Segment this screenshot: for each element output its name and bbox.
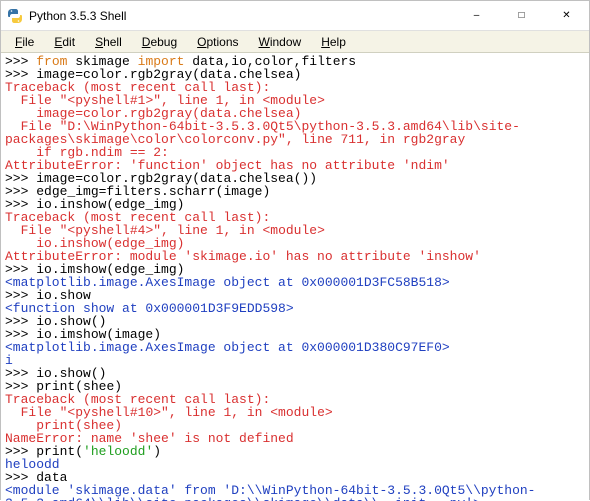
output: <matplotlib.image.AxesImage object at 0x… xyxy=(5,340,450,355)
menu-window[interactable]: Window xyxy=(249,33,312,51)
string: 'heloodd' xyxy=(83,444,153,459)
window-controls: – □ ✕ xyxy=(454,1,589,30)
output: <module 'skimage.data' from 'D:\\WinPyth… xyxy=(5,483,536,501)
code: ( xyxy=(75,444,83,459)
menu-shell[interactable]: Shell xyxy=(85,33,132,51)
menu-debug[interactable]: Debug xyxy=(132,33,187,51)
menu-help[interactable]: Help xyxy=(311,33,356,51)
close-button[interactable]: ✕ xyxy=(544,1,589,30)
titlebar: Python 3.5.3 Shell – □ ✕ xyxy=(1,1,589,31)
console-output[interactable]: >>> from skimage import data,io,color,fi… xyxy=(1,53,589,501)
menubar: File Edit Shell Debug Options Window Hel… xyxy=(1,31,589,53)
menu-options[interactable]: Options xyxy=(187,33,248,51)
maximize-button[interactable]: □ xyxy=(499,1,544,30)
menu-file[interactable]: File xyxy=(5,33,44,51)
traceback-line: , line 1, in <module> xyxy=(161,223,325,238)
minimize-button[interactable]: – xyxy=(454,1,499,30)
code: ) xyxy=(153,444,161,459)
menu-edit[interactable]: Edit xyxy=(44,33,85,51)
python-icon xyxy=(7,8,23,24)
traceback-line: , line 711, in rgb2gray xyxy=(286,132,465,147)
traceback-line: , line 1, in <module> xyxy=(169,405,333,420)
window-title: Python 3.5.3 Shell xyxy=(29,9,454,23)
